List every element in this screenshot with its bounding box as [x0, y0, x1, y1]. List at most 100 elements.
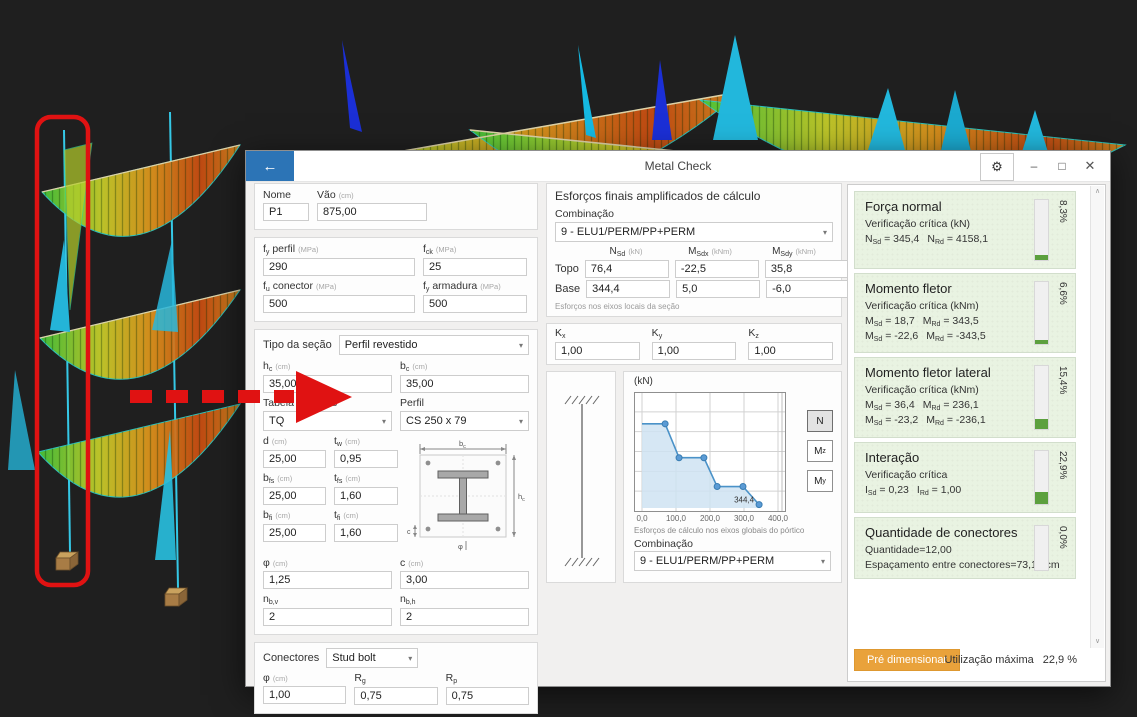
msdy-header: MSdy (kNm) — [772, 246, 816, 258]
connectors-box: Conectores Stud bolt▾ φ(cm) Rg Rp — [254, 642, 538, 714]
results-scrollbar[interactable]: ∧ ∨ — [1090, 186, 1104, 648]
metal-check-dialog: Metal Check ← ⚙ – □ ✕ Nome Vão(cm) — [245, 150, 1111, 714]
card-forca-normal: Força normal Verificação crítica (kN) NS… — [854, 191, 1076, 269]
tipo-secao-label: Tipo da seção — [263, 339, 332, 351]
tipo-secao-select[interactable]: Perfil revestido ▾ — [338, 335, 529, 355]
tfs-label: tfs (cm) — [334, 472, 361, 485]
rg-input[interactable] — [354, 687, 438, 705]
topo-nsd-input[interactable] — [584, 260, 669, 278]
tfi-input[interactable] — [334, 524, 398, 542]
identification-box: Nome Vão(cm) — [254, 183, 538, 230]
chart-unit-label: (kN) — [634, 376, 653, 387]
column-schematic — [564, 395, 600, 567]
hc-label: hc (cm) — [263, 360, 291, 373]
d-input[interactable] — [263, 450, 326, 468]
forces-note: Esforços nos eixos locais da seção — [555, 302, 680, 311]
conector-phi-label: φ (cm) — [263, 672, 288, 684]
topo-msdy-input[interactable] — [764, 260, 849, 278]
tabela-perfis-select[interactable]: TQ ▾ — [263, 411, 392, 431]
topo-msdx-input[interactable] — [674, 260, 759, 278]
bfs-input[interactable] — [263, 487, 326, 505]
conector-type-select[interactable]: Stud bolt ▾ — [326, 648, 419, 668]
hc-input[interactable] — [263, 375, 392, 393]
svg-text:φ: φ — [458, 542, 463, 551]
combinacao2-select[interactable]: 9 - ELU1/PERM/PP+PERM ▾ — [634, 551, 831, 571]
phi-label: φ (cm) — [263, 557, 288, 569]
fy-armadura-input[interactable] — [423, 295, 527, 313]
combinacao2-label: Combinação — [634, 538, 693, 550]
fu-conector-label: fu conector (MPa) — [263, 280, 337, 293]
caret-down-icon: ▾ — [408, 653, 413, 663]
maximize-button[interactable]: □ — [1048, 151, 1076, 181]
svg-text:c: c — [407, 529, 411, 536]
bfi-label: bfi (cm) — [263, 509, 291, 522]
base-msdx-input[interactable] — [676, 280, 761, 298]
tw-label: tw (cm) — [334, 435, 360, 448]
perfil-select[interactable]: CS 250 x 79 ▾ — [400, 411, 529, 431]
chart-caption: Esforços de cálculo nos eixos globais do… — [634, 526, 805, 535]
x-tick: 100,0 — [665, 514, 687, 523]
forces-box: Esforços finais amplificados de cálculo … — [546, 183, 851, 317]
k-factors-box: Kx Ky Kz — [546, 323, 842, 365]
nome-input[interactable] — [263, 203, 309, 221]
topo-row: Topo — [555, 260, 849, 278]
x-tick: 300,0 — [733, 514, 755, 523]
forces-title: Esforços finais amplificados de cálculo — [555, 189, 761, 203]
ky-label: Ky — [651, 327, 663, 340]
nbh-input[interactable] — [400, 608, 529, 626]
series-mz-button[interactable]: Mz — [807, 440, 833, 462]
tfs-input[interactable] — [334, 487, 398, 505]
rg-label: Rg — [354, 672, 366, 685]
utilization-bar — [1034, 281, 1049, 345]
close-icon: ✕ — [1084, 158, 1096, 173]
base-nsd-input[interactable] — [586, 280, 671, 298]
tw-input[interactable] — [334, 450, 398, 468]
nbv-input[interactable] — [263, 608, 392, 626]
series-n-button[interactable]: N — [807, 410, 833, 432]
vao-input[interactable] — [317, 203, 427, 221]
ky-input[interactable] — [651, 342, 737, 360]
phi-input[interactable] — [263, 571, 392, 589]
rp-input[interactable] — [445, 687, 529, 705]
svg-text:344,4: 344,4 — [734, 496, 755, 505]
close-button[interactable]: ✕ — [1076, 151, 1104, 181]
conector-phi-input[interactable] — [263, 686, 347, 704]
caret-down-icon: ▾ — [518, 340, 523, 350]
normal-force-chart: 344,4 — [634, 392, 786, 512]
scroll-up-icon[interactable]: ∧ — [1091, 186, 1104, 198]
utilization-percent: 8,3% — [1057, 200, 1068, 223]
svg-text:hc: hc — [518, 492, 525, 503]
rp-label: Rp — [445, 672, 458, 685]
materials-box: fy perfil(MPa) fck(MPa) fu conector(MPa)… — [254, 237, 538, 322]
perfil-label: Perfil — [400, 397, 424, 409]
fck-label: fck (MPa) — [423, 243, 457, 256]
bfi-input[interactable] — [263, 524, 326, 542]
fu-conector-input[interactable] — [263, 295, 415, 313]
nome-label: Nome — [263, 189, 292, 201]
series-my-button[interactable]: My — [807, 470, 833, 492]
column-schematic-box — [546, 371, 616, 583]
card-interacao: Interação Verificação crítica ISd = 0,23… — [854, 442, 1076, 513]
fy-armadura-label: fy armadura (MPa) — [423, 280, 501, 293]
utilization-percent: 15,4% — [1057, 366, 1068, 395]
caret-down-icon: ▾ — [822, 227, 827, 237]
settings-button[interactable]: ⚙ — [980, 153, 1014, 181]
utilization-bar — [1034, 450, 1049, 505]
fck-input[interactable] — [423, 258, 527, 276]
c-input[interactable] — [400, 571, 529, 589]
msdx-header: MSdx (kNm) — [688, 246, 732, 258]
utilization-bar — [1034, 199, 1049, 261]
vao-label: Vão (cm) — [317, 189, 354, 201]
scroll-down-icon[interactable]: ∨ — [1091, 636, 1104, 648]
nbh-label: nb,h — [400, 593, 416, 606]
maximize-icon: □ — [1058, 159, 1066, 173]
kx-input[interactable] — [555, 342, 640, 360]
minimize-button[interactable]: – — [1020, 151, 1048, 181]
kz-input[interactable] — [748, 342, 834, 360]
combinacao-select[interactable]: 9 - ELU1/PERM/PP+PERM ▾ — [555, 222, 833, 242]
back-button[interactable]: ← — [246, 151, 294, 181]
utilization-percent: 6,6% — [1057, 282, 1068, 305]
base-msdy-input[interactable] — [766, 280, 851, 298]
bc-input[interactable] — [400, 375, 529, 393]
fy-perfil-input[interactable] — [263, 258, 415, 276]
